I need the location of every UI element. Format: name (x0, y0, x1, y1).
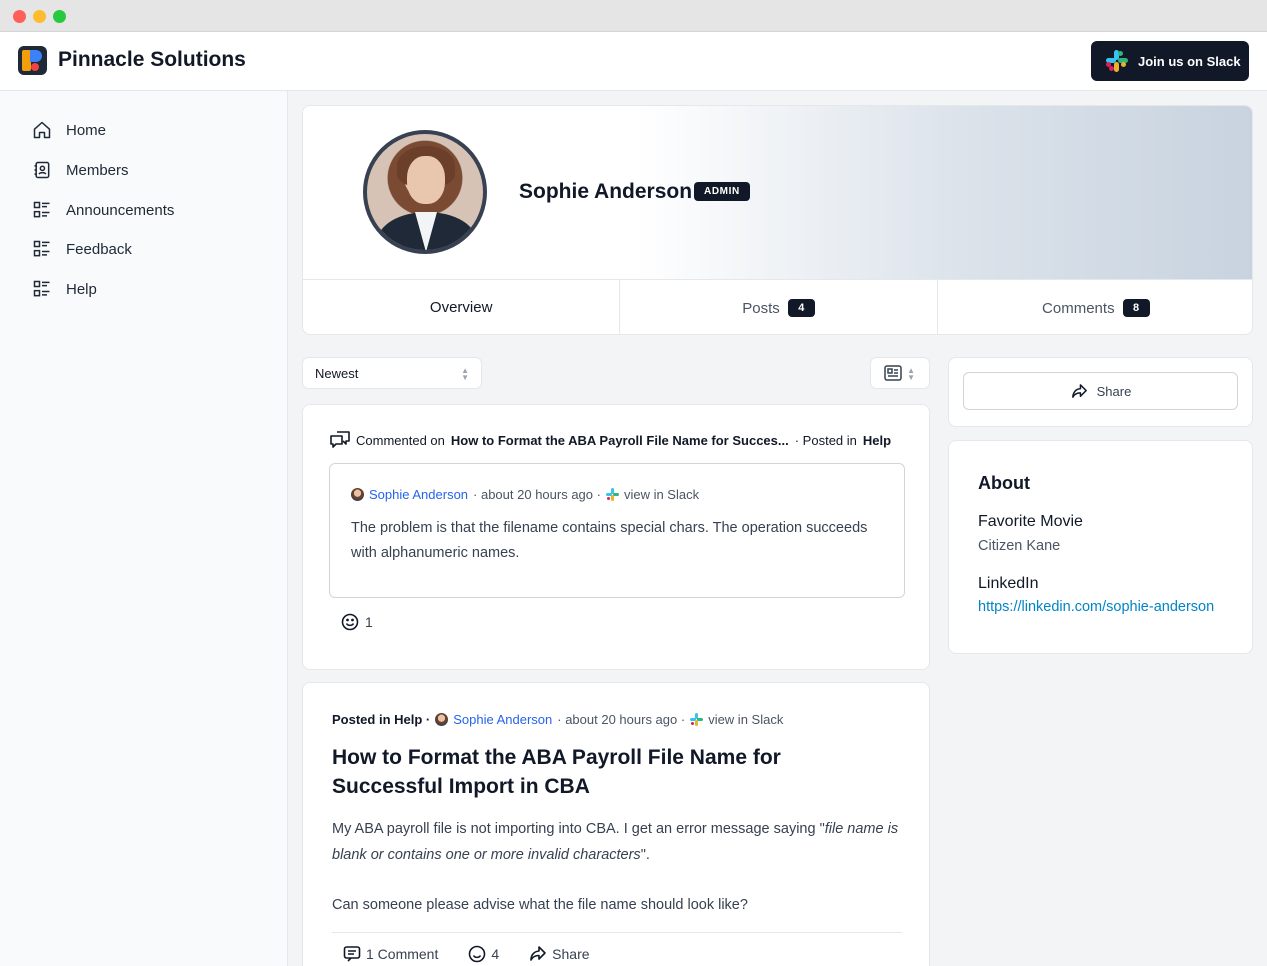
chevron-updown-icon: ▲ ▼ (907, 366, 915, 382)
activity-prefix: Commented on (356, 432, 445, 448)
activity-post-link[interactable]: How to Format the ABA Payroll File Name … (451, 433, 789, 448)
sidebar-item-members[interactable]: Members (32, 158, 129, 182)
post-title[interactable]: How to Format the ABA Payroll File Name … (332, 743, 852, 801)
profile-name: Sophie Anderson (519, 180, 693, 203)
comment-icon (343, 946, 361, 962)
author-link[interactable]: Sophie Anderson (369, 487, 468, 502)
activity-card: Commented on How to Format the ABA Payro… (302, 404, 930, 670)
profile-header: Sophie Anderson ADMIN Overview Posts 4 C… (302, 105, 1253, 335)
tab-label: Comments (1042, 299, 1115, 317)
share-label: Share (552, 946, 590, 962)
view-mode-select[interactable]: ▲ ▼ (870, 357, 930, 389)
reaction-button[interactable]: 1 (341, 613, 373, 631)
author-link[interactable]: Sophie Anderson (453, 712, 552, 727)
share-button[interactable]: Share (529, 945, 590, 963)
slack-icon (690, 713, 704, 726)
linkedin-link[interactable]: https://linkedin.com/sophie-anderson (978, 599, 1214, 615)
divider (332, 932, 902, 933)
about-title: About (978, 473, 1030, 493)
view-in-slack-link[interactable]: view in Slack (624, 487, 699, 502)
list-icon (33, 240, 50, 257)
avatar (435, 713, 449, 726)
about-card: About Favorite Movie Citizen Kane Linked… (948, 440, 1253, 654)
reaction-count: 1 (365, 614, 373, 630)
home-icon (33, 121, 51, 139)
sidebar-item-label: Members (66, 161, 129, 179)
role-badge: ADMIN (694, 182, 750, 201)
comments-label: 1 Comment (366, 946, 439, 962)
brand-logo[interactable] (18, 46, 47, 75)
post-body-text: ". (640, 847, 650, 863)
share-profile-button[interactable]: Share (963, 372, 1238, 410)
list-icon (33, 201, 50, 218)
linkedin-label: LinkedIn (978, 575, 1039, 592)
comments-icon (330, 431, 350, 448)
card-view-icon (884, 365, 902, 381)
share-card: Share (948, 357, 1253, 427)
post-body: My ABA payroll file is not importing int… (332, 816, 902, 942)
tab-overview[interactable]: Overview (303, 280, 621, 334)
comment-box: Sophie Anderson · about 20 hours ago · v… (329, 463, 905, 598)
comment-text: The problem is that the filename contain… (351, 520, 868, 561)
share-label: Share (1096, 383, 1132, 399)
smile-icon (469, 945, 486, 963)
brand-name[interactable]: Pinnacle Solutions (58, 48, 246, 72)
count-badge: 4 (787, 299, 815, 317)
posted-in-label: Posted in Help · (332, 712, 431, 727)
close-window-button[interactable] (13, 10, 26, 23)
sidebar-item-home[interactable]: Home (32, 118, 106, 142)
top-bar: Pinnacle Solutions Join us on Slack (0, 32, 1267, 91)
tab-label: Overview (429, 298, 493, 316)
main-content: Sophie Anderson ADMIN Overview Posts 4 C… (288, 91, 1267, 966)
contacts-icon (34, 161, 50, 179)
sidebar-item-label: Help (66, 280, 97, 298)
tab-label: Posts (742, 299, 780, 317)
comment-byline: Sophie Anderson · about 20 hours ago · v… (351, 487, 699, 502)
join-slack-label: Join us on Slack (1138, 53, 1241, 69)
chevron-updown-icon: ▲ ▼ (461, 366, 469, 382)
slack-icon (605, 488, 619, 501)
comment-time: · about 20 hours ago · (473, 487, 601, 502)
reaction-count: 4 (491, 946, 500, 962)
view-in-slack-link[interactable]: view in Slack (708, 712, 783, 727)
favorite-movie-value: Citizen Kane (978, 538, 1061, 554)
post-body-text: Can someone please advise what the file … (332, 897, 748, 913)
share-icon (530, 946, 546, 961)
sidebar-item-label: Home (66, 121, 107, 139)
tab-posts[interactable]: Posts 4 (620, 280, 938, 334)
minimize-window-button[interactable] (33, 10, 46, 23)
tab-comments[interactable]: Comments 8 (938, 280, 1252, 334)
post-body-text: My ABA payroll file is not importing int… (332, 821, 825, 837)
reaction-button[interactable]: 4 (468, 945, 499, 963)
post-actions: 1 Comment 4 Share (343, 945, 590, 963)
smile-icon (341, 613, 359, 631)
maximize-window-button[interactable] (53, 10, 66, 23)
avatar (351, 488, 364, 501)
activity-meta: Commented on How to Format the ABA Payro… (330, 431, 891, 449)
share-icon (1071, 383, 1087, 398)
sidebar-item-feedback[interactable]: Feedback (32, 237, 132, 261)
profile-tabs: Overview Posts 4 Comments 8 (303, 279, 1252, 334)
post-card: Posted in Help · Sophie Anderson · about… (302, 682, 930, 966)
sidebar-item-announcements[interactable]: Announcements (32, 198, 174, 222)
sort-select[interactable]: Newest ▲ ▼ (302, 357, 482, 389)
window-titlebar (0, 0, 1267, 32)
list-icon (33, 280, 50, 297)
post-meta: Posted in Help · Sophie Anderson · about… (332, 712, 783, 727)
sort-value: Newest (315, 365, 359, 381)
favorite-movie-label: Favorite Movie (978, 513, 1083, 530)
comments-button[interactable]: 1 Comment (343, 945, 438, 963)
sidebar-item-label: Feedback (66, 240, 132, 258)
avatar (363, 130, 487, 254)
sidebar-item-help[interactable]: Help (32, 277, 97, 301)
sidebar-item-label: Announcements (66, 201, 175, 219)
count-badge: 8 (1122, 299, 1150, 317)
slack-icon (1105, 49, 1129, 73)
post-time: · about 20 hours ago · (557, 712, 686, 727)
channel-link[interactable]: Help (863, 433, 891, 448)
posted-in-label: · Posted in (794, 432, 857, 448)
join-slack-button[interactable]: Join us on Slack (1091, 41, 1249, 81)
sidebar: Home Members Announcements Feedback Help (0, 91, 288, 966)
